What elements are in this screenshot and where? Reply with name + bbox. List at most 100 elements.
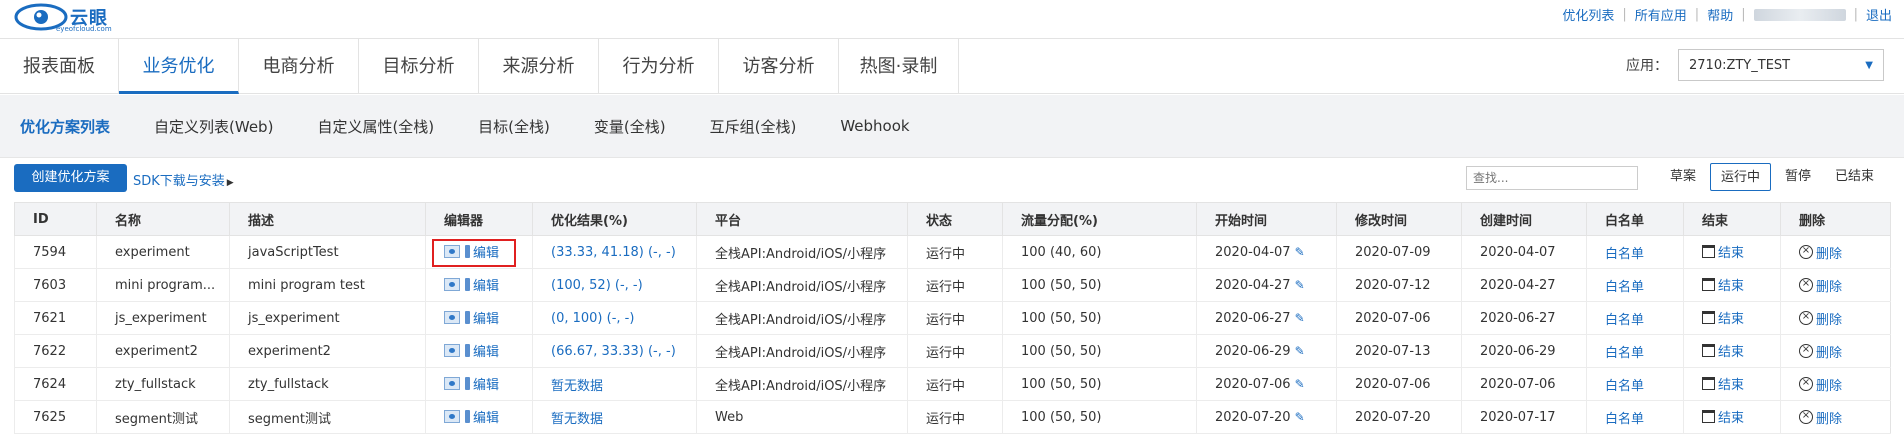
- sub-nav: 优化方案列表 自定义列表(Web) 自定义属性(全栈) 目标(全栈) 变量(全栈…: [0, 95, 1904, 158]
- cell-platform: 全栈API:Android/iOS/小程序: [696, 235, 908, 269]
- col-header-desc[interactable]: 描述: [229, 202, 426, 236]
- cell-desc: js_experiment: [229, 301, 426, 335]
- search-input[interactable]: [1466, 166, 1638, 190]
- delete-button[interactable]: × 删除: [1799, 309, 1842, 328]
- subnav-webhook[interactable]: Webhook: [840, 117, 909, 135]
- filter-paused[interactable]: 暂停: [1775, 163, 1821, 191]
- edit-link[interactable]: 编辑: [444, 407, 499, 426]
- cell-result[interactable]: (100, 52) (-, -): [532, 268, 697, 302]
- whitelist-link[interactable]: 白名单: [1586, 301, 1684, 335]
- tab-heatmap-recording[interactable]: 热图·录制: [839, 39, 959, 94]
- whitelist-link[interactable]: 白名单: [1586, 334, 1684, 368]
- link-optimization-list[interactable]: 优化列表: [1562, 5, 1614, 24]
- col-header-status[interactable]: 状态: [907, 202, 1003, 236]
- whitelist-link[interactable]: 白名单: [1586, 268, 1684, 302]
- logo[interactable]: 云眼 eyeofcloud.com: [14, 2, 124, 34]
- link-help[interactable]: 帮助: [1707, 5, 1733, 24]
- tab-visitor-analysis[interactable]: 访客分析: [719, 39, 839, 94]
- whitelist-link[interactable]: 白名单: [1586, 235, 1684, 269]
- col-header-created[interactable]: 创建时间: [1461, 202, 1587, 236]
- col-header-traffic[interactable]: 流量分配(%): [1002, 202, 1197, 236]
- subnav-custom-attributes[interactable]: 自定义属性(全栈): [317, 116, 434, 137]
- top-links: 优化列表 | 所有应用 | 帮助 | | 退出: [1562, 5, 1892, 24]
- tab-business-optimization[interactable]: 业务优化: [119, 39, 239, 94]
- delete-button[interactable]: × 删除: [1799, 243, 1842, 262]
- cell-start: 2020-04-07 ✎: [1196, 235, 1337, 269]
- edit-pencil-icon[interactable]: ✎: [1295, 410, 1305, 424]
- end-label: 结束: [1718, 312, 1745, 327]
- cell-editor: 编辑: [425, 367, 533, 401]
- edit-pencil-icon[interactable]: ✎: [1295, 245, 1305, 259]
- edit-link[interactable]: 编辑: [444, 275, 499, 294]
- subnav-optimization-list[interactable]: 优化方案列表: [20, 116, 110, 137]
- cell-delete: × 删除: [1780, 400, 1891, 434]
- subnav-custom-list-web[interactable]: 自定义列表(Web): [154, 116, 273, 137]
- subnav-variables[interactable]: 变量(全栈): [594, 116, 666, 137]
- delete-label: 删除: [1816, 246, 1843, 262]
- col-header-id[interactable]: ID: [14, 202, 97, 236]
- whitelist-link[interactable]: 白名单: [1586, 367, 1684, 401]
- end-button[interactable]: 结束: [1702, 374, 1744, 393]
- delete-button[interactable]: × 删除: [1799, 342, 1842, 361]
- edit-pencil-icon[interactable]: ✎: [1295, 377, 1305, 391]
- cell-result[interactable]: 暂无数据: [532, 367, 697, 401]
- cell-status: 运行中: [907, 268, 1003, 302]
- end-button[interactable]: 结束: [1702, 341, 1744, 360]
- subnav-goals[interactable]: 目标(全栈): [478, 116, 550, 137]
- cell-result[interactable]: (0, 100) (-, -): [532, 301, 697, 335]
- table-body: 7594 experiment javaScriptTest 编辑 (33.33, 41…: [14, 235, 1891, 434]
- edit-pencil-icon[interactable]: ✎: [1295, 278, 1305, 292]
- visual-editor-icon: [444, 311, 460, 324]
- cell-end: 结束: [1683, 235, 1781, 269]
- edit-link[interactable]: 编辑: [444, 341, 499, 360]
- col-header-modified[interactable]: 修改时间: [1336, 202, 1462, 236]
- subnav-mutex-groups[interactable]: 互斥组(全栈): [710, 116, 797, 137]
- filter-ended[interactable]: 已结束: [1825, 163, 1884, 191]
- filter-draft[interactable]: 草案: [1660, 163, 1706, 191]
- cell-status: 运行中: [907, 301, 1003, 335]
- create-optimization-button[interactable]: 创建优化方案: [14, 164, 127, 192]
- cell-start: 2020-06-29 ✎: [1196, 334, 1337, 368]
- edit-link[interactable]: 编辑: [444, 308, 499, 327]
- col-header-platform[interactable]: 平台: [696, 202, 908, 236]
- delete-button[interactable]: × 删除: [1799, 276, 1842, 295]
- end-label: 结束: [1718, 378, 1745, 393]
- cell-id: 7594: [14, 235, 97, 269]
- tab-source-analysis[interactable]: 来源分析: [479, 39, 599, 94]
- cell-result[interactable]: (66.67, 33.33) (-, -): [532, 334, 697, 368]
- col-header-result[interactable]: 优化结果(%): [532, 202, 697, 236]
- delete-button[interactable]: × 删除: [1799, 408, 1842, 427]
- end-button[interactable]: 结束: [1702, 407, 1744, 426]
- delete-button[interactable]: × 删除: [1799, 375, 1842, 394]
- end-button[interactable]: 结束: [1702, 308, 1744, 327]
- cell-modified: 2020-07-06: [1336, 367, 1462, 401]
- main-nav: 报表面板 业务优化 电商分析 目标分析 来源分析 行为分析 访客分析 热图·录制…: [0, 38, 1904, 94]
- cell-result[interactable]: (33.33, 41.18) (-, -): [532, 235, 697, 269]
- edit-pencil-icon[interactable]: ✎: [1295, 311, 1305, 325]
- tab-ecommerce-analysis[interactable]: 电商分析: [239, 39, 359, 94]
- col-header-start[interactable]: 开始时间: [1196, 202, 1337, 236]
- end-button[interactable]: 结束: [1702, 275, 1744, 294]
- col-header-end: 结束: [1683, 202, 1781, 236]
- cell-result[interactable]: 暂无数据: [532, 400, 697, 434]
- cell-delete: × 删除: [1780, 334, 1891, 368]
- filter-running[interactable]: 运行中: [1710, 163, 1772, 191]
- user-name-blurred[interactable]: [1753, 8, 1846, 21]
- link-logout[interactable]: 退出: [1866, 5, 1892, 24]
- end-button[interactable]: 结束: [1702, 242, 1744, 261]
- sdk-download-link[interactable]: SDK下载与安装 ▶: [133, 170, 234, 189]
- app-select[interactable]: 2710:ZTY_TEST ▼: [1678, 49, 1884, 81]
- tab-report-dashboard[interactable]: 报表面板: [0, 39, 119, 94]
- edit-pencil-icon[interactable]: ✎: [1295, 344, 1305, 358]
- tab-behavior-analysis[interactable]: 行为分析: [599, 39, 719, 94]
- cell-end: 结束: [1683, 268, 1781, 302]
- cell-name: mini program...: [96, 268, 230, 302]
- edit-label: 编辑: [473, 378, 500, 393]
- edit-link[interactable]: 编辑: [444, 374, 499, 393]
- app-select-value: 2710:ZTY_TEST: [1689, 57, 1791, 73]
- link-all-apps[interactable]: 所有应用: [1635, 5, 1687, 24]
- whitelist-link[interactable]: 白名单: [1586, 400, 1684, 434]
- col-header-name[interactable]: 名称: [96, 202, 230, 236]
- cell-desc: experiment2: [229, 334, 426, 368]
- tab-goal-analysis[interactable]: 目标分析: [359, 39, 479, 94]
